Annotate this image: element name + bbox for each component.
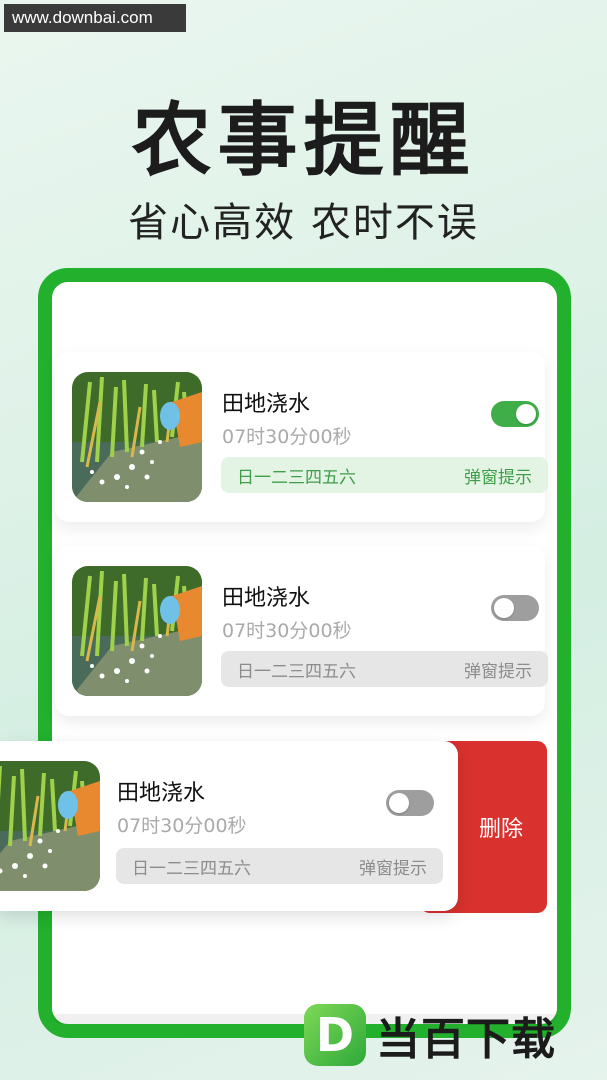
reminder-toggle[interactable] <box>491 595 539 621</box>
repeat-days: 日一二三四五六 <box>237 661 356 682</box>
reminder-card-swiped[interactable]: 田地浇水 07时30分00秒 日一二三四五六 弹窗提示 <box>0 741 458 911</box>
toggle-knob <box>389 793 409 813</box>
page-subtitle: 省心高效 农时不误 <box>128 200 479 246</box>
site-watermark: www.downbai.com <box>4 4 186 32</box>
toggle-knob <box>494 598 514 618</box>
repeat-days: 日一二三四五六 <box>132 858 251 879</box>
watering-field-image <box>72 566 202 696</box>
page-title: 农事提醒 <box>131 94 476 187</box>
repeat-days: 日一二三四五六 <box>237 467 356 488</box>
reminder-title: 田地浇水 <box>222 586 311 611</box>
brand-watermark: D 当百下载 <box>298 990 607 1080</box>
reminder-time: 07时30分00秒 <box>222 426 352 448</box>
reminder-card[interactable]: 田地浇水 07时30分00秒 日一二三四五六 弹窗提示 <box>55 352 548 522</box>
reminder-card[interactable]: 田地浇水 07时30分00秒 日一二三四五六 弹窗提示 <box>55 546 548 716</box>
reminder-time: 07时30分00秒 <box>222 620 352 642</box>
reminder-toggle[interactable] <box>491 401 539 427</box>
alert-mode: 弹窗提示 <box>464 661 532 682</box>
reminder-title: 田地浇水 <box>222 392 311 417</box>
repeat-days-bar[interactable]: 日一二三四五六 弹窗提示 <box>221 457 548 493</box>
watering-field-image <box>72 372 202 502</box>
alert-mode: 弹窗提示 <box>464 467 532 488</box>
reminder-title: 田地浇水 <box>117 781 206 806</box>
reminder-time: 07时30分00秒 <box>117 815 247 837</box>
toggle-knob <box>516 404 536 424</box>
brand-logo-icon: D <box>304 1004 366 1066</box>
repeat-days-bar[interactable]: 日一二三四五六 弹窗提示 <box>116 848 443 884</box>
brand-name: 当百下载 <box>376 1014 556 1065</box>
alert-mode: 弹窗提示 <box>359 858 427 879</box>
reminder-toggle[interactable] <box>386 790 434 816</box>
repeat-days-bar[interactable]: 日一二三四五六 弹窗提示 <box>221 651 548 687</box>
watering-field-image <box>0 761 100 891</box>
